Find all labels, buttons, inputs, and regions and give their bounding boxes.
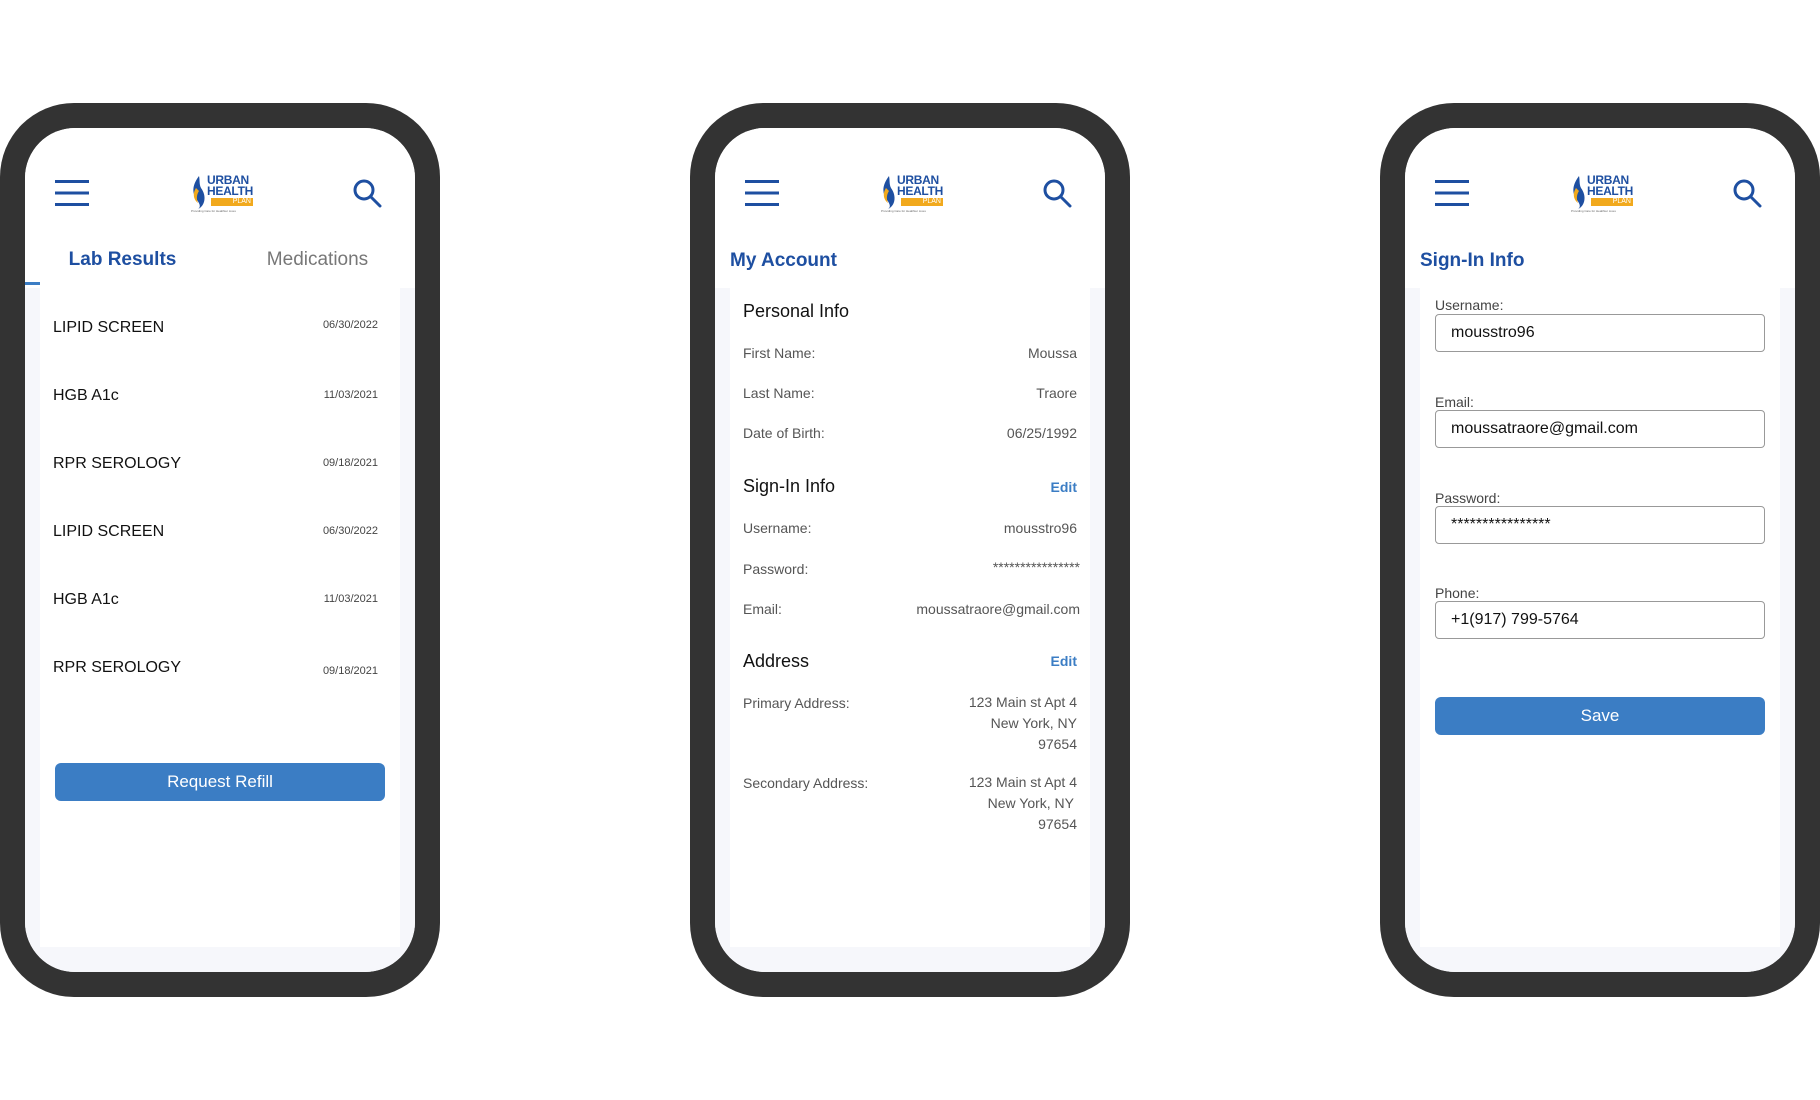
flame-icon [193,176,205,209]
hamburger-menu-icon[interactable] [745,178,779,208]
urban-health-plan-logo[interactable]: URBAN HEALTH PLAN Providing Care for Hea… [1569,174,1635,216]
lab-result-name: HGB A1c [53,387,119,404]
phone-frame-signin-info: URBAN HEALTH PLAN Providing Care for Hea… [1380,103,1820,997]
phone-screen: URBAN HEALTH PLAN Providing Care for Hea… [25,128,415,972]
logo-wordmark: URBAN HEALTH [897,174,943,198]
secondary-address-line3: 97654 [1038,816,1077,832]
top-bar: URBAN HEALTH PLAN Providing Care for Hea… [715,128,1105,288]
secondary-address-value: 123 Main st Apt 4 New York, NY 97654 [969,772,1077,835]
secondary-address-label: Secondary Address: [743,775,869,791]
lab-result-name: RPR SEROLOGY [53,659,182,676]
username-label: Username: [743,520,812,536]
primary-address-line3: 97654 [1038,736,1077,752]
logo-line-health: HEALTH [897,184,943,198]
search-icon[interactable] [1042,178,1072,208]
tab-bar: Lab Results Medications [25,241,415,285]
lab-result-name: HGB A1c [53,591,119,608]
first-name-label: First Name: [743,345,816,361]
lab-result-name: RPR SEROLOGY [53,455,182,472]
last-name-value: Traore [1036,385,1077,401]
hamburger-menu-icon[interactable] [55,178,89,208]
lab-result-date: 06/30/2022 [322,319,378,331]
signin-form-card: Username: Email: Password: Phone: Save [1420,281,1780,947]
top-bar: URBAN HEALTH PLAN Providing Care for Hea… [1405,128,1795,288]
flame-icon [1573,176,1585,209]
logo-wordmark: URBAN HEALTH [207,174,253,198]
lab-result-date: 11/03/2021 [323,593,378,605]
last-name-label: Last Name: [743,385,815,401]
username-value: mousstro96 [1003,520,1077,536]
dob-value: 06/25/1992 [1006,425,1077,441]
logo-line-health: HEALTH [1587,184,1633,198]
email-value: moussatraore@gmail.com [916,601,1080,617]
address-heading: Address [743,651,810,671]
logo-line-health: HEALTH [207,184,253,198]
primary-address-label: Primary Address: [743,695,850,711]
phone-screen: URBAN HEALTH PLAN Providing Care for Hea… [1405,128,1795,972]
secondary-address-line2: New York, NY [987,795,1074,811]
phone-frame-my-account: URBAN HEALTH PLAN Providing Care for Hea… [690,103,1130,997]
signin-info-edit-link[interactable]: Edit [1051,479,1077,495]
email-label: Email: [743,601,782,617]
secondary-address-line1: 123 Main st Apt 4 [968,774,1077,790]
password-label: Password: [743,561,809,577]
primary-address-line2: New York, NY [990,715,1077,731]
logo-line-plan: PLAN [1591,198,1633,206]
flame-icon [883,176,895,209]
urban-health-plan-logo[interactable]: URBAN HEALTH PLAN Providing Care for Hea… [189,174,255,216]
logo-wordmark: URBAN HEALTH [1587,174,1633,198]
logo-tagline: Providing Care for Healthier Lives [1571,209,1616,213]
password-field[interactable] [1435,506,1765,544]
email-field[interactable] [1435,410,1765,448]
hamburger-menu-icon[interactable] [1435,178,1469,208]
search-icon[interactable] [352,178,382,208]
phone-frame-lab-results: URBAN HEALTH PLAN Providing Care for Hea… [0,103,440,997]
save-button[interactable]: Save [1435,697,1765,735]
lab-result-name: LIPID SCREEN [53,319,165,336]
primary-address-value: 123 Main st Apt 4 New York, NY 97654 [969,692,1077,755]
dob-label: Date of Birth: [743,425,825,441]
username-field-label: Username: [1435,297,1504,313]
lab-result-date: 09/18/2021 [322,665,378,677]
address-edit-link[interactable]: Edit [1051,653,1077,669]
phone-field-label: Phone: [1435,585,1480,601]
personal-info-heading: Personal Info [743,301,850,321]
logo-tagline: Providing Care for Healthier Lives [191,209,236,213]
lab-result-date: 11/03/2021 [323,389,378,401]
phone-field[interactable] [1435,601,1765,639]
account-card: Personal Info First Name: Moussa Last Na… [730,281,1090,947]
logo-line-plan: PLAN [901,198,943,206]
password-value: **************** [992,559,1080,575]
lab-result-date: 06/30/2022 [322,525,378,537]
lab-result-date: 09/18/2021 [322,457,378,469]
lab-result-row[interactable]: HGB A1c 11/03/2021 [53,591,378,621]
phone-screen: URBAN HEALTH PLAN Providing Care for Hea… [715,128,1105,972]
lab-result-row[interactable]: RPR SEROLOGY 09/18/2021 [53,659,378,689]
logo-line-plan: PLAN [211,198,253,206]
top-bar: URBAN HEALTH PLAN Providing Care for Hea… [25,128,415,288]
first-name-value: Moussa [1027,345,1077,361]
page-title: Sign-In Info [1420,250,1525,271]
tab-medications[interactable]: Medications [220,241,415,285]
request-refill-button[interactable]: Request Refill [55,763,385,801]
lab-result-row[interactable]: RPR SEROLOGY 09/18/2021 [53,455,378,485]
stage: URBAN HEALTH PLAN Providing Care for Hea… [0,0,1820,1100]
urban-health-plan-logo[interactable]: URBAN HEALTH PLAN Providing Care for Hea… [879,174,945,216]
password-field-label: Password: [1435,490,1501,506]
primary-address-line1: 123 Main st Apt 4 [968,694,1077,710]
lab-result-row[interactable]: LIPID SCREEN 06/30/2022 [53,523,378,553]
lab-result-name: LIPID SCREEN [53,523,165,540]
username-field[interactable] [1435,314,1765,352]
search-icon[interactable] [1732,178,1762,208]
email-field-label: Email: [1435,394,1474,410]
lab-result-row[interactable]: HGB A1c 11/03/2021 [53,387,378,417]
lab-result-row[interactable]: LIPID SCREEN 06/30/2022 [53,319,378,349]
tab-lab-results[interactable]: Lab Results [25,241,220,285]
signin-info-heading: Sign-In Info [743,476,836,496]
logo-tagline: Providing Care for Healthier Lives [881,209,926,213]
lab-results-card: LIPID SCREEN 06/30/2022 HGB A1c 11/03/20… [40,281,400,947]
page-title: My Account [730,250,837,271]
